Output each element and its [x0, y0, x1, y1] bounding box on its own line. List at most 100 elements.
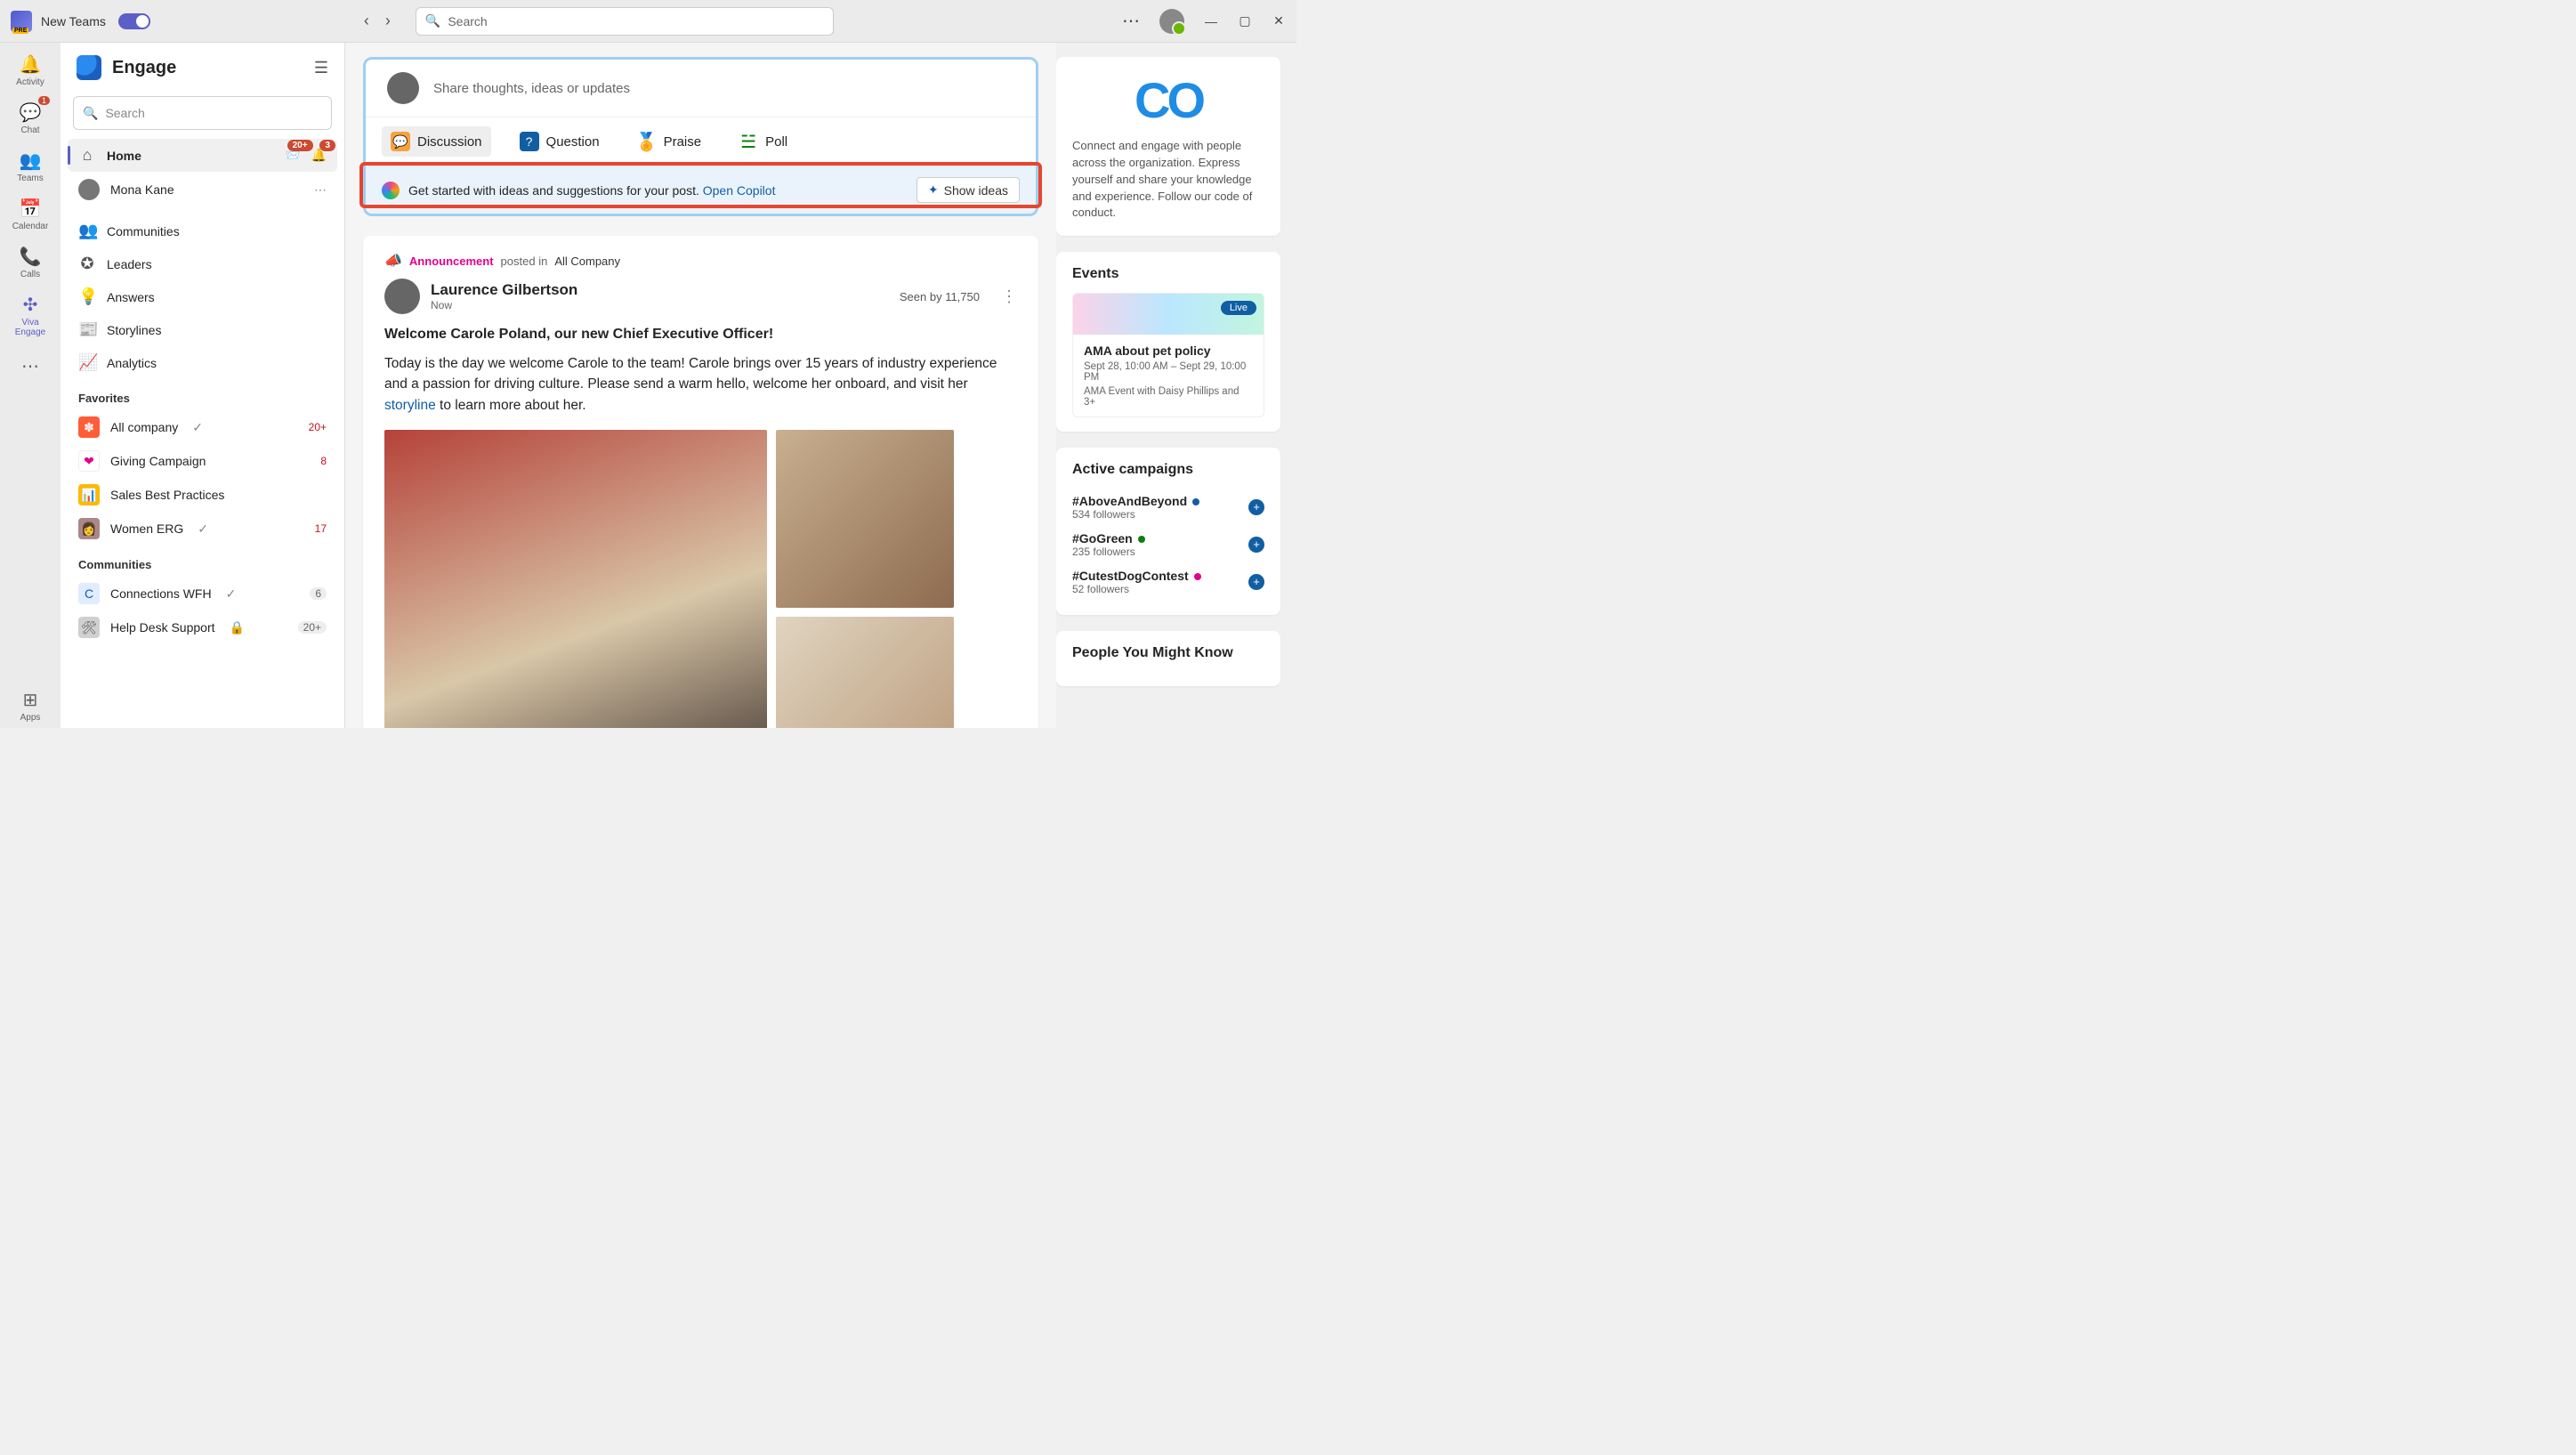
discussion-icon: 💬 — [391, 132, 410, 151]
post-menu-icon[interactable]: ⋮ — [1001, 287, 1017, 306]
campaign-above-beyond[interactable]: #AboveAndBeyond534 followers+ — [1072, 489, 1264, 526]
nav-storylines[interactable]: 📰Storylines — [68, 313, 337, 346]
user-avatar[interactable] — [1159, 9, 1184, 34]
more-icon[interactable]: ⋯ — [1122, 10, 1140, 32]
teams-app-icon — [11, 11, 32, 32]
show-ideas-button[interactable]: ✦Show ideas — [917, 177, 1020, 203]
communities-heading: Communities — [68, 546, 337, 577]
chat-badge: 1 — [38, 96, 50, 105]
search-placeholder: Search — [448, 14, 487, 28]
live-badge: Live — [1221, 301, 1256, 315]
inbox-icon[interactable]: 📨20+ — [285, 148, 300, 163]
campaigns-heading: Active campaigns — [1072, 462, 1264, 478]
avatar-icon — [78, 179, 100, 200]
nav-forward-icon[interactable]: › — [385, 12, 391, 30]
campaigns-card: Active campaigns #AboveAndBeyond534 foll… — [1056, 448, 1280, 615]
org-intro-card: CO Connect and engage with people across… — [1056, 57, 1280, 236]
nav-communities[interactable]: 👥Communities — [68, 214, 337, 247]
nav-back-icon[interactable]: ‹ — [364, 12, 369, 30]
storylines-icon: 📰 — [78, 320, 96, 339]
post-community-link[interactable]: All Company — [554, 255, 620, 268]
rail-chat[interactable]: 💬Chat1 — [5, 96, 55, 141]
add-icon[interactable]: + — [1248, 574, 1264, 590]
rail-apps[interactable]: ⊞Apps — [5, 683, 55, 728]
leaders-icon: ✪ — [78, 255, 96, 273]
campaign-cutestdog[interactable]: #CutestDogContest52 followers+ — [1072, 563, 1264, 601]
rail-more-icon[interactable]: ⋯ — [21, 355, 39, 377]
post-body: Today is the day we welcome Carole to th… — [384, 353, 1017, 416]
favorite-women-erg[interactable]: 👩Women ERG✓17 — [68, 512, 337, 546]
tab-question[interactable]: ?Question — [511, 126, 609, 157]
verified-icon: ✓ — [226, 586, 237, 602]
event-banner: Live — [1073, 294, 1264, 335]
right-column: CO Connect and engage with people across… — [1056, 43, 1296, 728]
storyline-link[interactable]: storyline — [384, 398, 436, 413]
close-button[interactable]: ✕ — [1272, 13, 1286, 28]
nav-leaders[interactable]: ✪Leaders — [68, 247, 337, 280]
gallery-image-2[interactable] — [776, 430, 954, 608]
user-avatar — [387, 72, 419, 104]
lock-icon: 🔒 — [230, 620, 245, 635]
verified-icon: ✓ — [198, 521, 208, 537]
nav-analytics[interactable]: 📈Analytics — [68, 346, 337, 379]
event-title: AMA about pet policy — [1084, 344, 1253, 358]
event-who: AMA Event with Daisy Phillips and 3+ — [1084, 386, 1253, 408]
community-icon: C — [78, 583, 100, 604]
seen-by[interactable]: Seen by 11,750 — [900, 290, 980, 303]
nav-answers[interactable]: 💡Answers — [68, 280, 337, 313]
new-teams-toggle[interactable] — [118, 13, 150, 29]
engage-panel: Engage ☰ 🔍 Search ⌂ Home 📨20+ 🔔3 Mona Ka… — [61, 43, 345, 728]
minimize-button[interactable]: — — [1204, 14, 1218, 28]
copilot-bar: Get started with ideas and suggestions f… — [366, 166, 1036, 214]
rail-calendar[interactable]: 📅Calendar — [5, 192, 55, 237]
copilot-text: Get started with ideas and suggestions f… — [408, 183, 775, 198]
author-avatar[interactable] — [384, 279, 420, 314]
poll-icon: ☱ — [739, 132, 758, 151]
hamburger-icon[interactable]: ☰ — [314, 59, 328, 77]
tab-discussion[interactable]: 💬Discussion — [382, 126, 491, 157]
post-time: Now — [431, 299, 577, 311]
community-help-desk[interactable]: 🛠Help Desk Support🔒20+ — [68, 610, 337, 644]
community-icon: ✽ — [78, 416, 100, 438]
post-title: Welcome Carole Poland, our new Chief Exe… — [384, 327, 1017, 343]
engage-search[interactable]: 🔍 Search — [73, 96, 332, 130]
maximize-button[interactable]: ▢ — [1238, 13, 1252, 28]
composer-input-row[interactable]: Share thoughts, ideas or updates — [366, 60, 1036, 117]
favorite-all-company[interactable]: ✽All company✓20+ — [68, 410, 337, 444]
engage-title: Engage — [112, 58, 303, 78]
nav-home[interactable]: ⌂ Home 📨20+ 🔔3 — [68, 139, 337, 172]
home-icon: ⌂ — [78, 146, 96, 165]
favorite-giving-campaign[interactable]: ❤Giving Campaign8 — [68, 444, 337, 478]
author-name[interactable]: Laurence Gilbertson — [431, 281, 577, 299]
engage-logo-icon — [77, 55, 101, 80]
campaign-gogreen[interactable]: #GoGreen235 followers+ — [1072, 526, 1264, 563]
verified-icon — [1192, 498, 1199, 505]
tab-poll[interactable]: ☱Poll — [730, 126, 796, 157]
global-search[interactable]: 🔍 Search — [416, 7, 834, 36]
gallery-image-3[interactable] — [776, 617, 954, 728]
nav-arrows: ‹ › — [364, 12, 391, 30]
rail-viva-engage[interactable]: ✣Viva Engage — [5, 288, 55, 343]
engage-rail-icon: ✣ — [5, 294, 55, 316]
rail-teams[interactable]: 👥Teams — [5, 144, 55, 189]
rail-calls[interactable]: 📞Calls — [5, 240, 55, 285]
open-copilot-link[interactable]: Open Copilot — [703, 183, 776, 198]
event-item[interactable]: Live AMA about pet policy Sept 28, 10:00… — [1072, 293, 1264, 417]
main-feed: Share thoughts, ideas or updates 💬Discus… — [345, 43, 1056, 728]
community-connections-wfh[interactable]: CConnections WFH✓6 — [68, 577, 337, 610]
more-icon[interactable]: ⋯ — [314, 182, 327, 198]
event-when: Sept 28, 10:00 AM – Sept 29, 10:00 PM — [1084, 361, 1253, 383]
tab-praise[interactable]: 🏅Praise — [628, 126, 711, 157]
notifications-icon[interactable]: 🔔3 — [311, 148, 327, 163]
gallery-image-1[interactable] — [384, 430, 767, 728]
rail-activity[interactable]: 🔔Activity — [5, 48, 55, 93]
favorite-sales-best-practices[interactable]: 📊Sales Best Practices — [68, 478, 337, 512]
add-icon[interactable]: + — [1248, 499, 1264, 515]
analytics-icon: 📈 — [78, 353, 96, 372]
nav-user-mona[interactable]: Mona Kane ⋯ — [68, 172, 337, 207]
announcement-label: Announcement — [409, 255, 494, 268]
people-icon: 👥 — [5, 150, 55, 172]
sparkle-icon: ✦ — [928, 182, 939, 198]
add-icon[interactable]: + — [1248, 537, 1264, 553]
community-icon: 📊 — [78, 484, 100, 505]
